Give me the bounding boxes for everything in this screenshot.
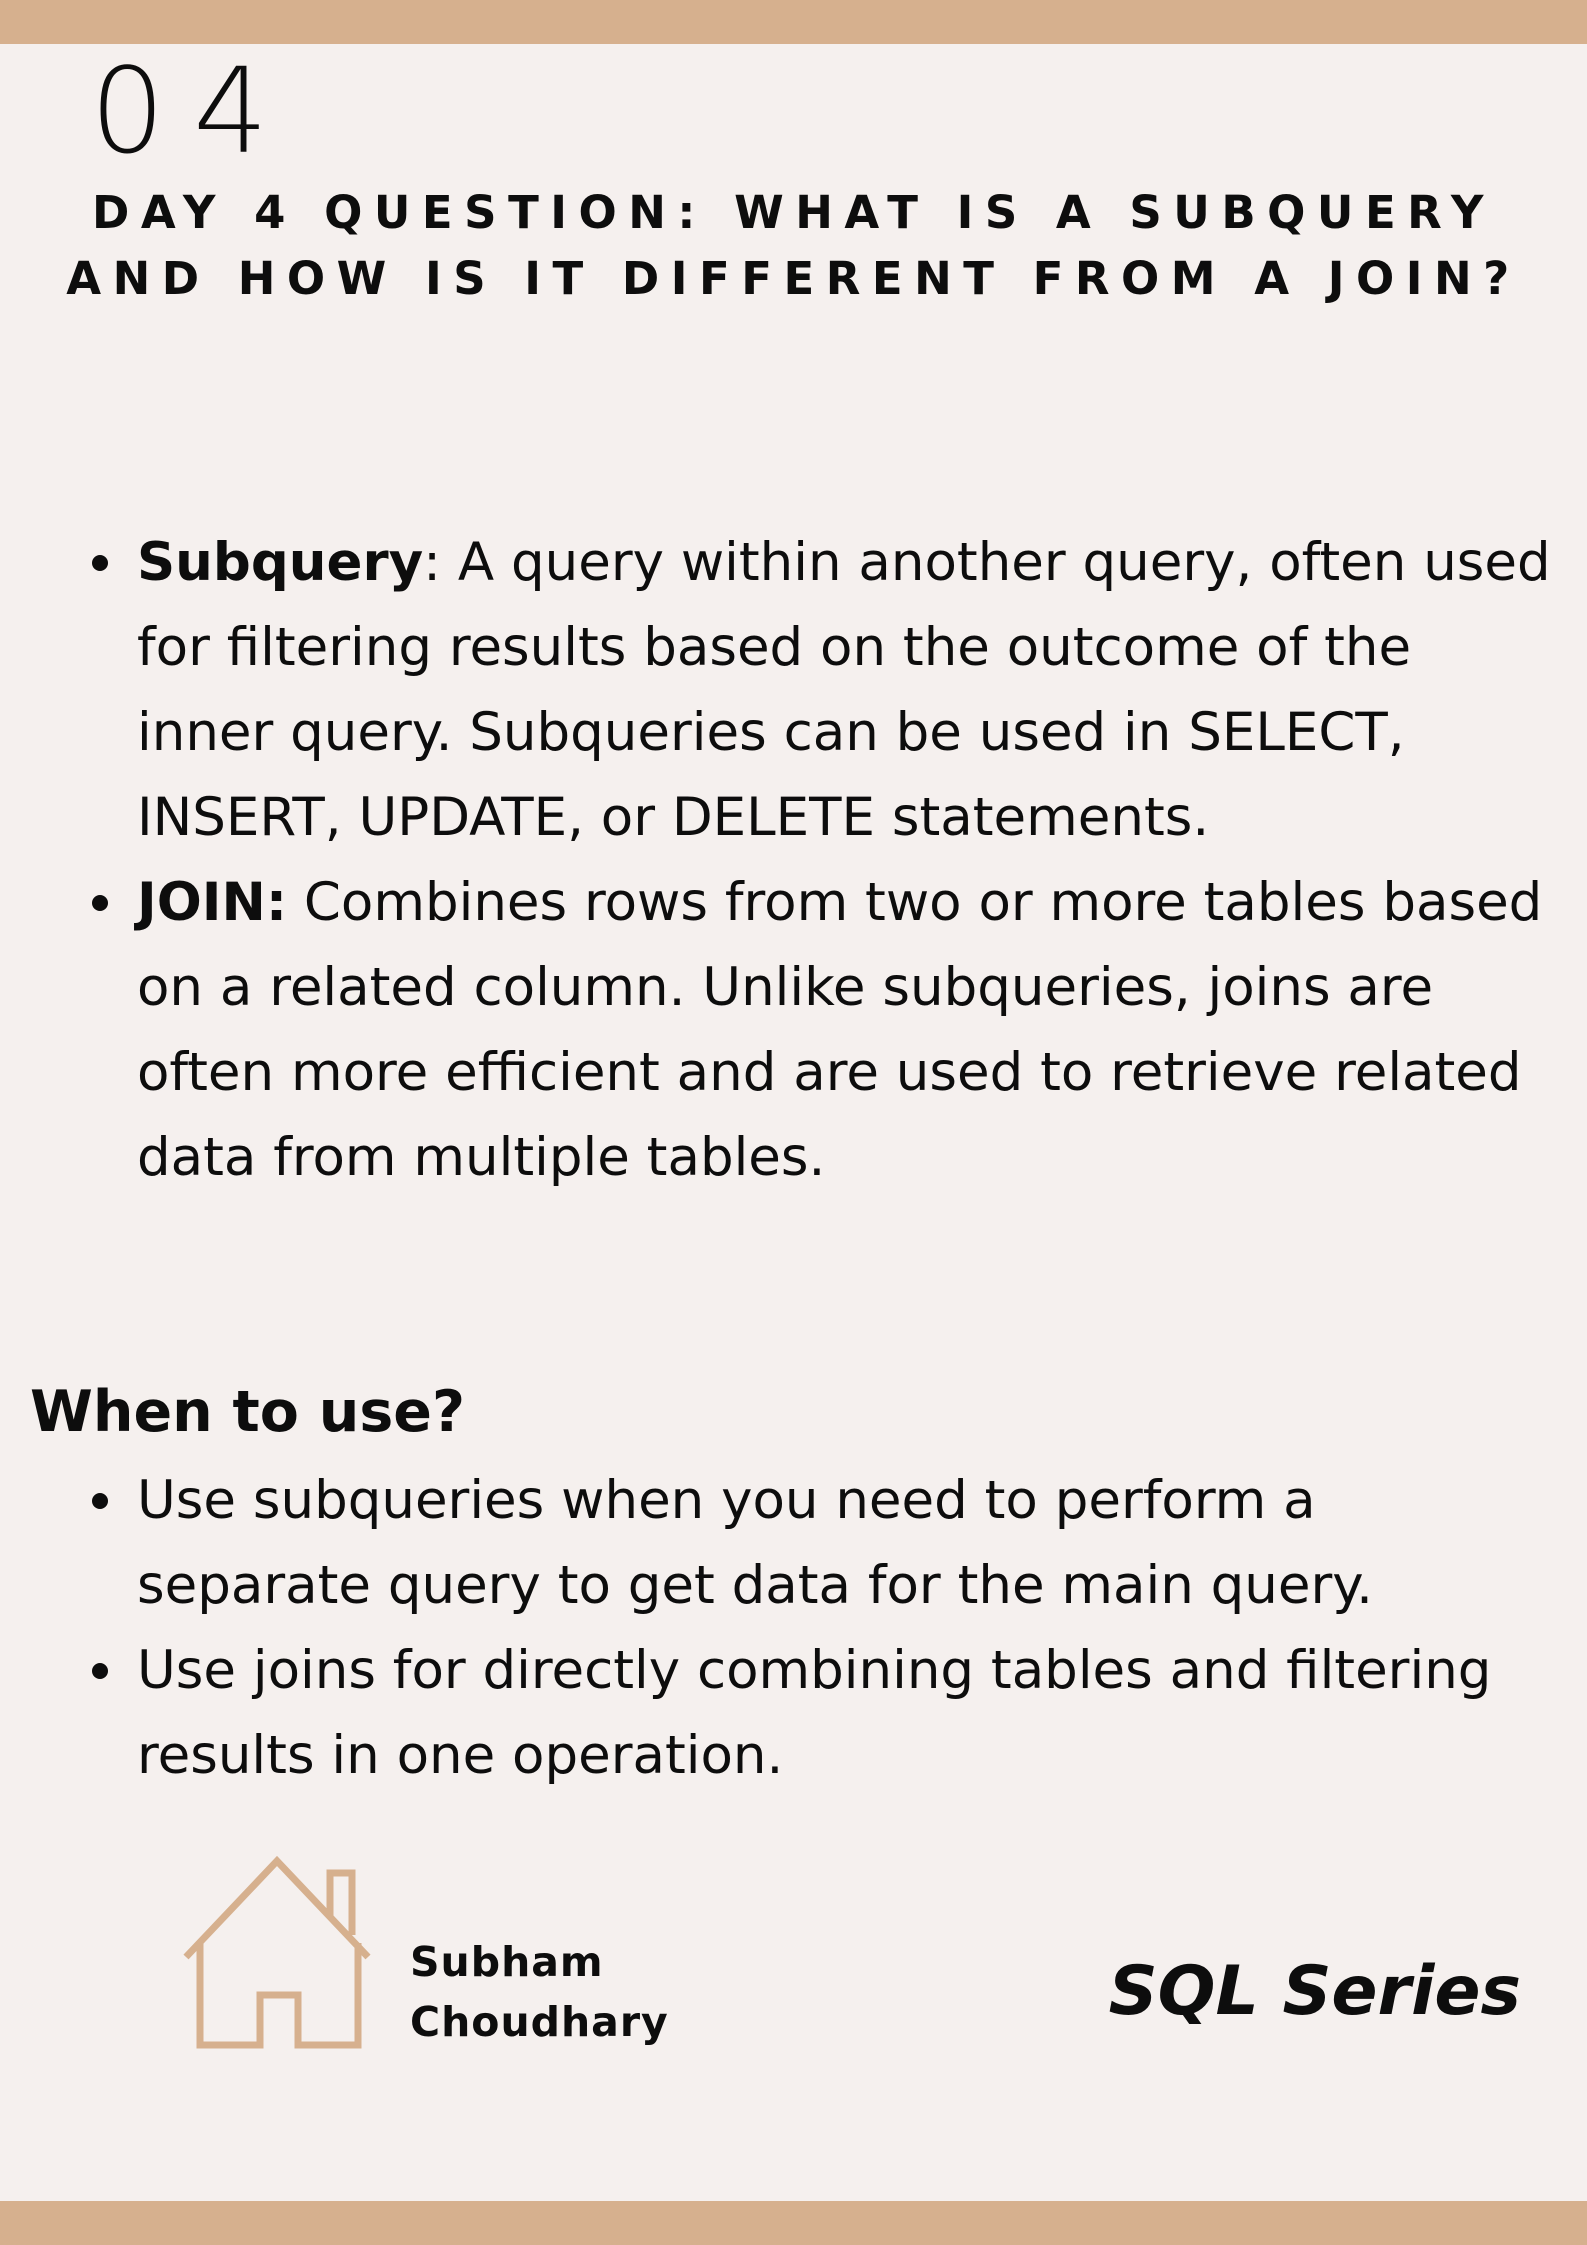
definition-separator: :	[423, 532, 458, 593]
when-to-use-item: Use subqueries when you need to perform …	[0, 1458, 1500, 1628]
slide-number: 04	[90, 42, 297, 180]
when-to-use-list: Use subqueries when you need to perform …	[0, 1458, 1500, 1798]
question-title: DAY 4 QUESTION: WHAT IS A SUBQUERY AND H…	[66, 186, 1521, 305]
definition-item-subquery: Subquery: A query within another query, …	[0, 520, 1560, 860]
bullet-dot	[92, 1663, 108, 1679]
when-to-use-item: Use joins for directly combining tables …	[0, 1628, 1500, 1798]
house-walls-door	[196, 1943, 362, 2049]
definition-text: Combines rows from two or more tables ba…	[137, 872, 1543, 1188]
when-to-use-heading: When to use?	[30, 1379, 466, 1445]
definition-term: Subquery	[137, 532, 424, 593]
top-accent-band	[0, 0, 1587, 44]
definition-term: JOIN:	[137, 872, 288, 933]
house-icon	[183, 1855, 371, 2049]
when-to-use-text: Use subqueries when you need to perform …	[137, 1470, 1373, 1616]
definition-separator	[287, 872, 304, 933]
author-name: Subham Choudhary	[410, 1932, 669, 2052]
bullet-dot	[92, 1493, 108, 1509]
series-label: SQL Series	[1108, 1952, 1521, 2031]
definition-item-join: JOIN: Combines rows from two or more tab…	[0, 860, 1560, 1200]
bullet-dot	[92, 895, 108, 911]
author-last-name: Choudhary	[410, 1998, 669, 2046]
author-first-name: Subham	[410, 1938, 604, 1986]
bullet-dot	[92, 555, 108, 571]
definition-list: Subquery: A query within another query, …	[0, 520, 1560, 1200]
bottom-accent-band	[0, 2201, 1587, 2245]
when-to-use-text: Use joins for directly combining tables …	[137, 1640, 1492, 1786]
